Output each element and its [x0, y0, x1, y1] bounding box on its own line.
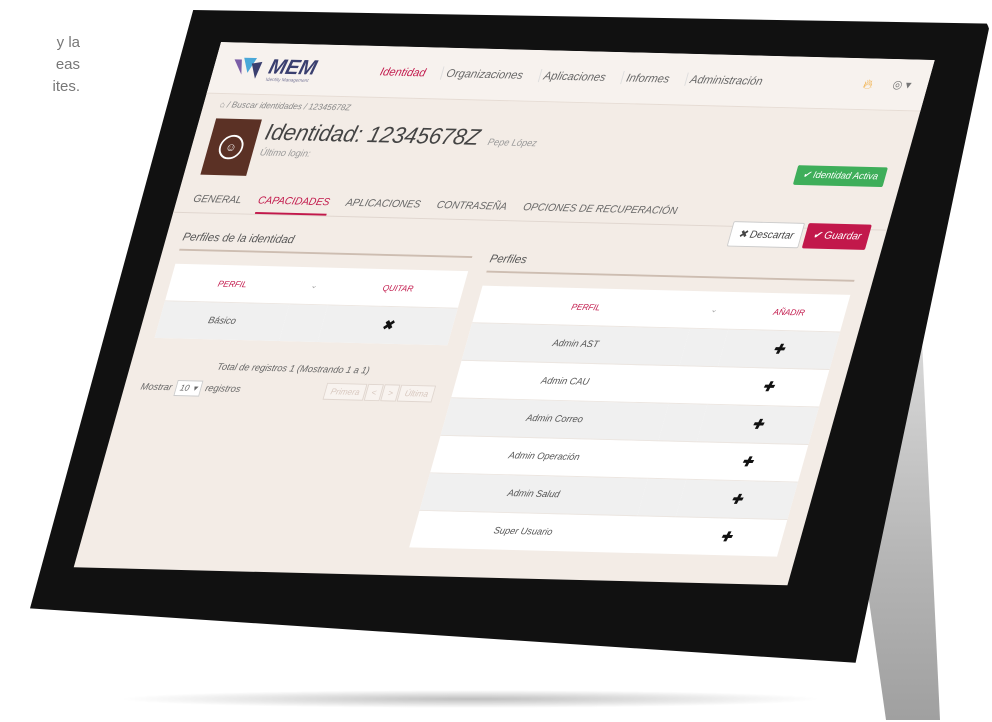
home-icon[interactable]: ⌂	[219, 100, 227, 110]
profile-cell: Admin Salud	[419, 472, 648, 516]
form-actions: ✖ Descartar ✔ Guardar	[727, 221, 872, 250]
profile-cell: Admin AST	[461, 322, 690, 366]
add-plus-icon[interactable]: ✚	[771, 341, 786, 356]
logo-subtitle: Identity Management	[264, 77, 310, 84]
discard-button[interactable]: ✖ Descartar	[727, 221, 806, 249]
status-badge[interactable]: ✔ Identidad Activa	[792, 165, 888, 188]
tab-opciones-recuperacion[interactable]: OPCIONES DE RECUPERACIÓN	[520, 196, 681, 224]
records-total: Total de registros 1 (Mostrando 1 a 1)	[215, 362, 371, 377]
app-screen: MEM Identity Management Identidad Organi…	[73, 42, 935, 586]
profile-cell: Básico	[154, 300, 290, 342]
app-logo[interactable]: MEM Identity Management	[226, 54, 371, 86]
user-menu-icon[interactable]: ◎ ▾	[891, 78, 913, 92]
breadcrumb-item[interactable]: Buscar identidades	[231, 100, 304, 111]
tab-contrasena[interactable]: CONTRASEÑA	[433, 194, 510, 220]
tab-general[interactable]: GENERAL	[190, 188, 245, 214]
add-plus-icon[interactable]: ✚	[729, 491, 744, 506]
main-nav: Identidad Organizaciones Aplicaciones In…	[375, 65, 768, 88]
check-icon: ✔	[811, 229, 824, 242]
page-size-value: 10	[179, 382, 191, 393]
identity-profiles-panel: Perfiles de la identidad PERFIL ⌄ QUITAR…	[139, 230, 478, 403]
panel-title: Perfiles de la identidad	[179, 230, 478, 259]
available-profiles-panel: Perfiles PERFIL ⌄ AÑADIR Admin AST ✚ Adm…	[409, 251, 860, 557]
pager-last[interactable]: Última	[397, 384, 437, 403]
column-header-perfil[interactable]: PERFIL	[165, 264, 300, 304]
identity-name: Pepe López	[486, 137, 539, 150]
tab-aplicaciones[interactable]: APLICACIONES	[342, 192, 423, 218]
status-badge-label: Identidad Activa	[811, 170, 880, 183]
nav-item-identidad[interactable]: Identidad	[375, 65, 431, 79]
flame-icon[interactable]: 🔥︎	[861, 76, 875, 92]
table-row: Super Usuario ✚	[409, 510, 788, 557]
column-header-perfil[interactable]: PERFIL	[472, 286, 700, 329]
discard-label: Descartar	[748, 229, 796, 242]
records-label: registros	[203, 383, 242, 395]
page-size-row: Mostrar 10 ▾ registros Primera < > Últim…	[139, 378, 437, 403]
add-plus-icon[interactable]: ✚	[740, 454, 755, 469]
identity-title: Identidad: 12345678Z	[262, 119, 483, 151]
tab-capacidades[interactable]: CAPACIDADES	[254, 189, 333, 216]
profile-cell: Admin CAU	[451, 360, 679, 404]
column-header-anadir: AÑADIR	[772, 306, 807, 317]
available-profiles-table: PERFIL ⌄ AÑADIR Admin AST ✚ Admin CAU ✚ …	[409, 285, 851, 557]
logo-mark-icon	[234, 57, 263, 79]
profile-cell: Admin Operación	[430, 435, 658, 479]
pagination: Primera < > Última	[322, 382, 437, 403]
add-plus-icon[interactable]: ✚	[750, 416, 765, 431]
nav-item-administracion[interactable]: Administración	[684, 72, 768, 88]
page-size-select[interactable]: 10 ▾	[173, 379, 204, 397]
add-plus-icon[interactable]: ✚	[761, 379, 776, 394]
add-plus-icon[interactable]: ✚	[719, 529, 734, 544]
user-avatar-icon: ☺	[215, 134, 247, 160]
remove-x-icon[interactable]: ✖	[380, 317, 395, 332]
identity-title-block: Identidad: 12345678Z Pepe López Último l…	[258, 120, 541, 165]
x-icon: ✖	[737, 228, 749, 241]
show-label: Mostrar	[139, 381, 174, 393]
chevron-down-icon: ▾	[191, 382, 199, 393]
nav-item-informes[interactable]: Informes	[620, 71, 675, 86]
save-button[interactable]: ✔ Guardar	[802, 223, 872, 250]
header-right: 🔥︎ ◎ ▾	[861, 76, 913, 93]
profile-cell: Admin Correo	[440, 397, 669, 441]
table-row: Básico ✖	[154, 300, 458, 346]
save-label: Guardar	[822, 230, 863, 243]
avatar: ☺	[200, 118, 262, 176]
nav-item-organizaciones[interactable]: Organizaciones	[440, 66, 529, 82]
identity-profiles-table: PERFIL ⌄ QUITAR Básico ✖	[154, 263, 469, 346]
page-title: Identidad: 12345678Z Pepe López	[262, 120, 542, 153]
nav-item-aplicaciones[interactable]: Aplicaciones	[537, 68, 612, 84]
breadcrumb-item: 12345678Z	[307, 101, 352, 113]
logo-text: MEM	[266, 54, 320, 80]
pager-first[interactable]: Primera	[322, 382, 368, 401]
column-header-quitar: QUITAR	[381, 282, 415, 293]
profile-cell: Super Usuario	[409, 510, 637, 553]
check-circle-icon: ✔	[801, 170, 813, 181]
panel-title: Perfiles	[486, 251, 860, 282]
